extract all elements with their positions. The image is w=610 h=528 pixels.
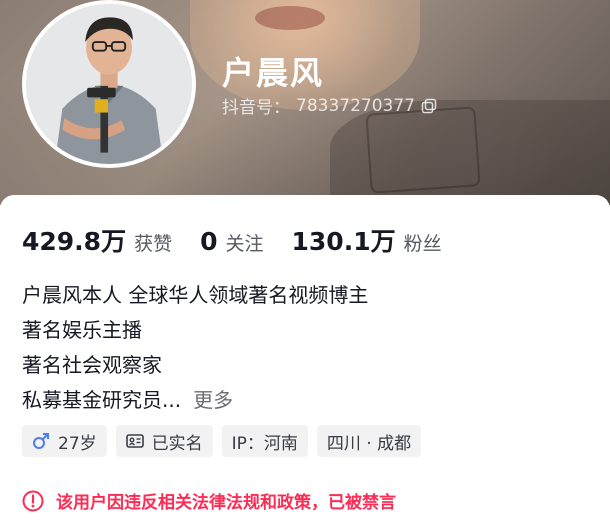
bio-line: 户晨风本人 全球华人领域著名视频博主 <box>22 283 369 307</box>
ban-notice-text: 该用户因违反相关法律法规和政策，已被禁言 <box>56 493 396 513</box>
bio-line-text: 私募基金研究员... <box>22 388 182 412</box>
tag-location-label: 四川 · 成都 <box>326 433 412 454</box>
douyin-id-label: 抖音号： <box>222 98 290 118</box>
avatar-photo <box>26 4 192 164</box>
bio-line: 著名娱乐主播 <box>22 318 142 342</box>
ban-notice: 该用户因违反相关法律法规和政策，已被禁言 <box>22 488 396 513</box>
stat-likes[interactable]: 429.8万 获赞 <box>22 222 172 258</box>
stat-following-value: 0 <box>200 227 218 256</box>
stat-followers-value: 130.1万 <box>291 227 396 256</box>
profile-tags: 27岁 已实名 IP：河南 四川 · 成都 <box>22 425 422 457</box>
tag-location: 四川 · 成都 <box>316 425 422 457</box>
stat-followers[interactable]: 130.1万 粉丝 <box>292 222 442 258</box>
douyin-id: 抖音号： 78337270377 <box>222 93 437 118</box>
tag-ip: IP：河南 <box>221 425 308 457</box>
tag-verified-label: 已实名 <box>151 433 203 454</box>
tag-age: 27岁 <box>22 425 107 457</box>
profile-stats: 429.8万 获赞 0 关注 130.1万 粉丝 <box>22 222 470 258</box>
tag-verified: 已实名 <box>115 425 213 457</box>
username: 户晨风 <box>222 54 325 92</box>
stat-likes-label: 获赞 <box>134 233 173 255</box>
avatar[interactable] <box>22 0 196 168</box>
bio-more-link[interactable]: 更多 <box>193 388 233 412</box>
male-icon <box>33 433 49 449</box>
stat-following-label: 关注 <box>225 233 264 255</box>
bio: 户晨风本人 全球华人领域著名视频博主 著名娱乐主播 著名社会观察家 私募基金研究… <box>22 278 368 418</box>
bio-line-last: 私募基金研究员... 更多 <box>22 383 368 418</box>
tag-age-label: 27岁 <box>58 433 97 454</box>
warning-circle-icon <box>22 490 44 511</box>
id-card-icon <box>125 434 144 448</box>
tag-ip-label: IP：河南 <box>231 433 298 454</box>
douyin-id-value: 78337270377 <box>296 95 415 116</box>
stat-followers-label: 粉丝 <box>403 233 442 255</box>
bio-line: 著名社会观察家 <box>22 353 162 377</box>
copy-icon[interactable] <box>421 98 437 114</box>
stat-following[interactable]: 0 关注 <box>200 227 263 256</box>
stat-likes-value: 429.8万 <box>22 227 127 256</box>
